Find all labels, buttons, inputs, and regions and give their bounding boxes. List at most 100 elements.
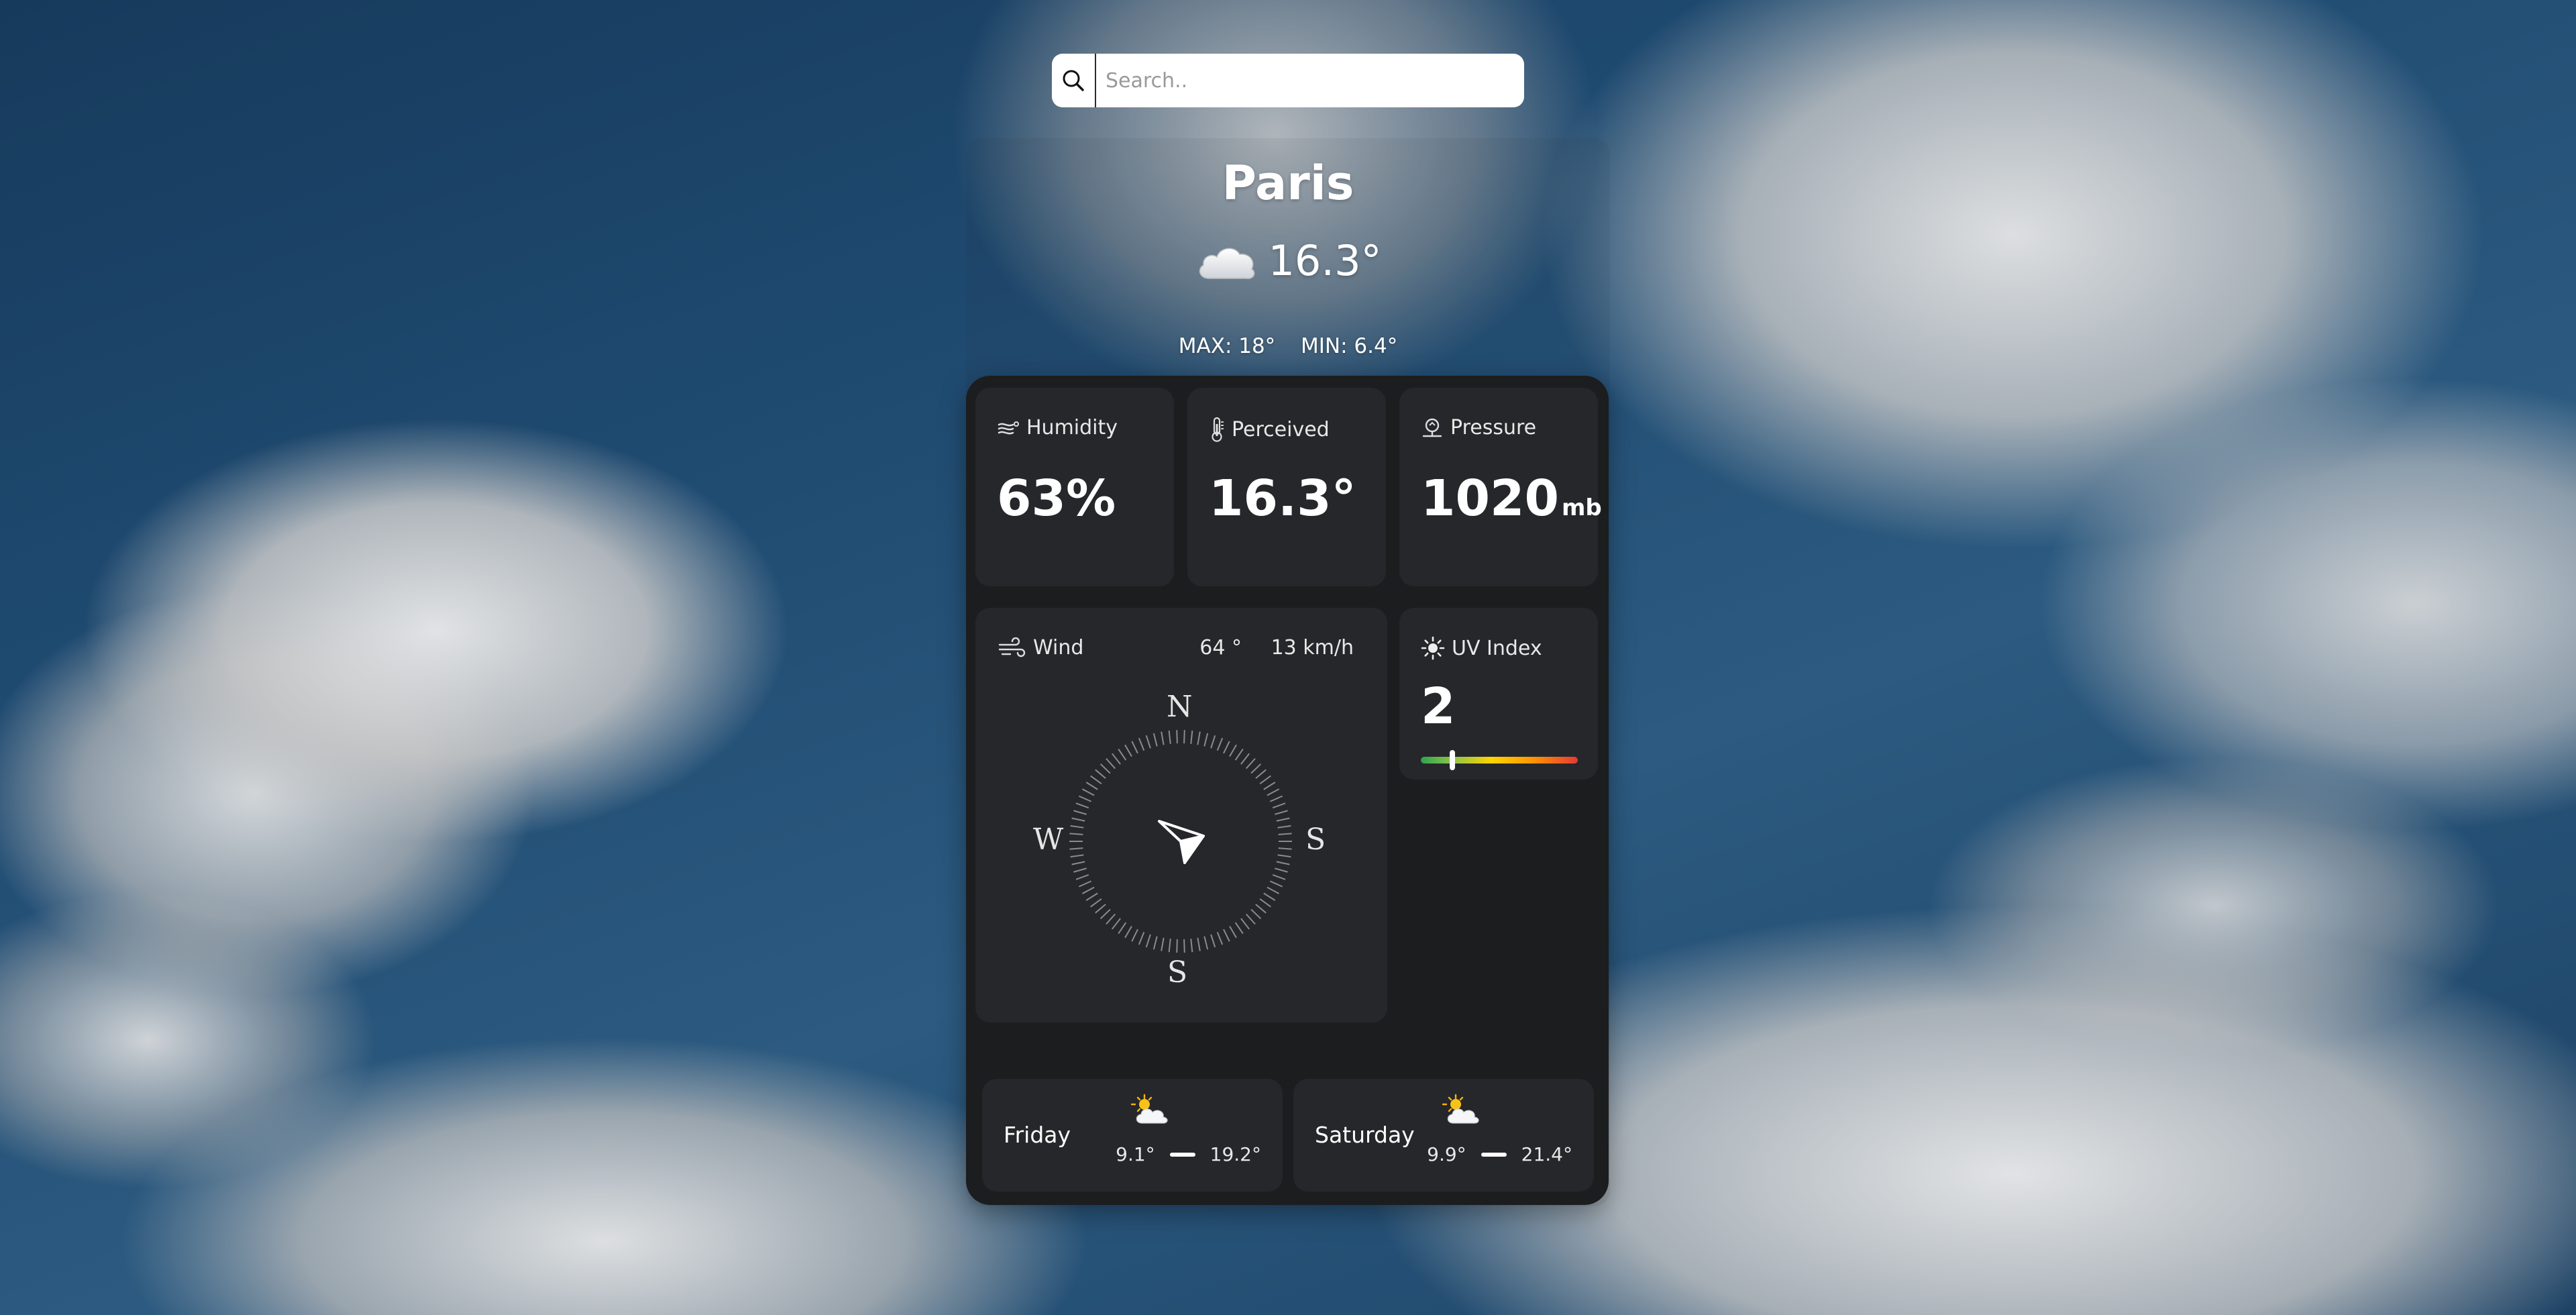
- compass-tick: [1075, 802, 1089, 809]
- uv-index-tile: UV Index 2: [1399, 608, 1598, 780]
- current-temperature: 16.3°: [1268, 236, 1382, 285]
- compass-tick: [1075, 874, 1089, 880]
- compass-tick: [1203, 733, 1209, 747]
- compass-tick: [1095, 904, 1106, 914]
- partly-cloudy-icon: [1442, 1094, 1479, 1124]
- forecast-max: 21.4°: [1521, 1143, 1572, 1165]
- compass-tick: [1106, 757, 1116, 770]
- compass-tick: [1138, 737, 1145, 751]
- forecast-day-friday[interactable]: Friday 9.1° 19.2°: [982, 1079, 1283, 1192]
- max-temperature: MAX: 18°: [1178, 334, 1276, 358]
- thermometer-icon: [1212, 417, 1224, 442]
- compass-tick: [1234, 748, 1244, 761]
- uv-level-marker: [1449, 750, 1455, 770]
- compass-tick: [1161, 731, 1165, 745]
- search-bar: [1052, 54, 1524, 107]
- compass-tick: [1124, 925, 1132, 939]
- compass-tick: [1190, 939, 1193, 953]
- pressure-reading: 1020 mb: [1421, 470, 1602, 527]
- compass-tick: [1272, 874, 1286, 880]
- search-input[interactable]: [1096, 55, 1524, 106]
- compass-tick: [1118, 922, 1127, 935]
- compass-tick: [1278, 833, 1292, 835]
- compass-tick: [1277, 854, 1291, 858]
- forecast-day-name: Friday: [1004, 1122, 1071, 1148]
- compass-tick: [1210, 735, 1216, 749]
- compass-tick: [1183, 939, 1185, 953]
- compass-tick: [1275, 867, 1288, 873]
- uv-header: UV Index: [1421, 636, 1542, 660]
- compass-tick: [1069, 833, 1083, 835]
- pressure-unit: mb: [1561, 494, 1602, 521]
- compass-tick: [1269, 795, 1283, 802]
- forecast-temperature-range: 9.9° 21.4°: [1427, 1143, 1572, 1165]
- weather-details-card: Humidity 63% Perceived 16.3° Pressure 10…: [966, 376, 1609, 1205]
- compass-tick: [1112, 753, 1121, 765]
- compass-tick: [1078, 795, 1092, 802]
- compass-tick: [1118, 748, 1127, 761]
- compass-tick: [1071, 817, 1085, 822]
- compass-tick: [1197, 731, 1201, 745]
- compass-tick: [1276, 861, 1290, 865]
- compass-tick: [1070, 825, 1084, 829]
- compass-tick: [1267, 788, 1280, 796]
- compass-tick: [1190, 730, 1193, 744]
- compass-tick: [1269, 880, 1283, 888]
- perceived-label: Perceived: [1232, 417, 1330, 441]
- forecast-day-saturday[interactable]: Saturday 9.9° 21.4°: [1293, 1079, 1594, 1192]
- compass-tick: [1069, 847, 1083, 850]
- compass-tick: [1099, 763, 1111, 774]
- compass-tick: [1145, 735, 1151, 749]
- compass-tick: [1081, 886, 1095, 894]
- range-separator: [1481, 1152, 1507, 1157]
- compass-tick: [1138, 931, 1145, 945]
- uv-label: UV Index: [1452, 636, 1542, 660]
- compass-tick: [1090, 898, 1102, 908]
- compass-tick: [1223, 741, 1230, 754]
- compass-tick: [1183, 730, 1185, 744]
- compass-tick: [1099, 908, 1111, 920]
- forecast-day-name: Saturday: [1315, 1122, 1415, 1148]
- compass-tick: [1073, 867, 1087, 873]
- compass-tick: [1168, 730, 1171, 744]
- perceived-value: 16.3°: [1209, 470, 1356, 527]
- forecast-temperature-range: 9.1° 19.2°: [1116, 1143, 1261, 1165]
- perceived-tile: Perceived 16.3°: [1187, 388, 1386, 586]
- forecast-min: 9.9°: [1427, 1143, 1466, 1165]
- compass-tick: [1161, 937, 1165, 951]
- humidity-tile: Humidity 63%: [975, 388, 1174, 586]
- wind-values: 64 ° 13 km/h: [1177, 636, 1354, 660]
- cloud-icon: [1199, 248, 1255, 279]
- humidity-header: Humidity: [997, 416, 1118, 439]
- compass-tick: [1259, 775, 1271, 784]
- min-max-temperatures: MAX: 18° MIN: 6.4°: [966, 334, 1610, 358]
- wind-direction: 64 °: [1199, 636, 1242, 660]
- forecast-min: 9.1°: [1116, 1143, 1155, 1165]
- compass-tick: [1216, 737, 1224, 751]
- compass-tick: [1245, 913, 1256, 925]
- compass-tick: [1131, 741, 1138, 754]
- compass-tick: [1168, 939, 1171, 953]
- compass-tick: [1277, 825, 1291, 829]
- compass-tick: [1275, 810, 1288, 815]
- compass-tick: [1210, 934, 1216, 948]
- search-icon: [1063, 70, 1084, 91]
- search-button[interactable]: [1052, 54, 1096, 107]
- compass-tick: [1203, 936, 1209, 950]
- uv-value: 2: [1421, 678, 1456, 735]
- compass-tick: [1131, 929, 1138, 942]
- compass-tick: [1081, 788, 1095, 796]
- compass-tick: [1152, 733, 1158, 747]
- humidity-icon: [998, 421, 1019, 434]
- wind-header: Wind: [997, 636, 1083, 660]
- compass-tick: [1095, 769, 1106, 779]
- wind-speed: 13 km/h: [1271, 636, 1354, 660]
- compass-tick: [1250, 763, 1262, 774]
- compass-tick: [1229, 744, 1237, 757]
- compass-tick: [1234, 922, 1244, 935]
- compass-tick: [1106, 913, 1116, 925]
- forecast-max: 19.2°: [1210, 1143, 1261, 1165]
- pressure-icon: [1422, 418, 1442, 437]
- range-separator: [1169, 1152, 1195, 1157]
- compass-tick: [1085, 782, 1098, 790]
